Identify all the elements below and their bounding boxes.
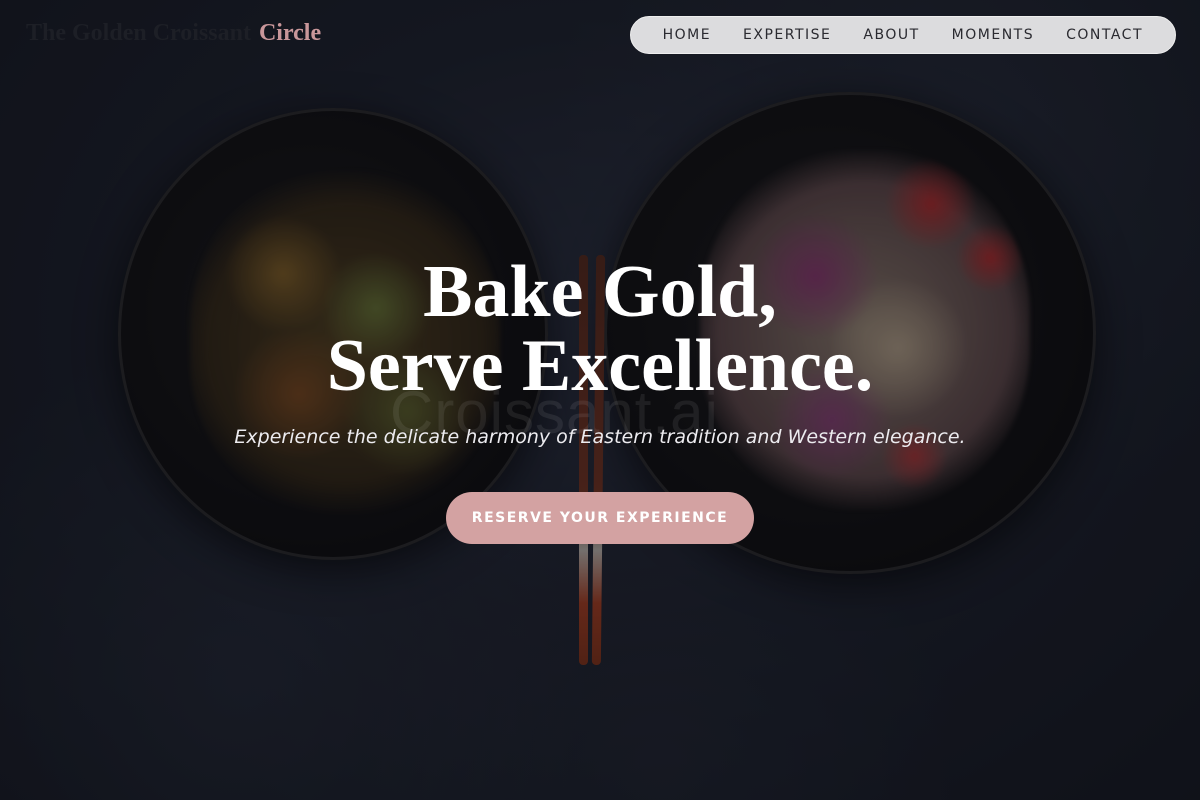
nav-item-home[interactable]: HOME [663,27,711,43]
hero-title: Bake Gold, Serve Excellence. [0,255,1200,403]
nav-item-moments[interactable]: MOMENTS [952,27,1034,43]
brand-name-accent: Circle [258,20,322,46]
brand-logo[interactable]: The Golden Croissant Circle [26,20,321,47]
main-nav: HOME EXPERTISE ABOUT MOMENTS CONTACT [629,16,1176,54]
nav-item-about[interactable]: ABOUT [863,27,919,43]
hero-title-line1: Bake Gold, [423,251,777,333]
brand-name-main: The Golden Croissant [26,20,251,46]
nav-item-expertise[interactable]: EXPERTISE [743,27,831,43]
hero-subtitle: Experience the delicate harmony of Easte… [234,426,966,448]
reserve-experience-button[interactable]: RESERVE YOUR EXPERIENCE [446,492,754,544]
nav-item-contact[interactable]: CONTACT [1066,27,1143,43]
hero-title-line2: Serve Excellence. [326,325,874,407]
